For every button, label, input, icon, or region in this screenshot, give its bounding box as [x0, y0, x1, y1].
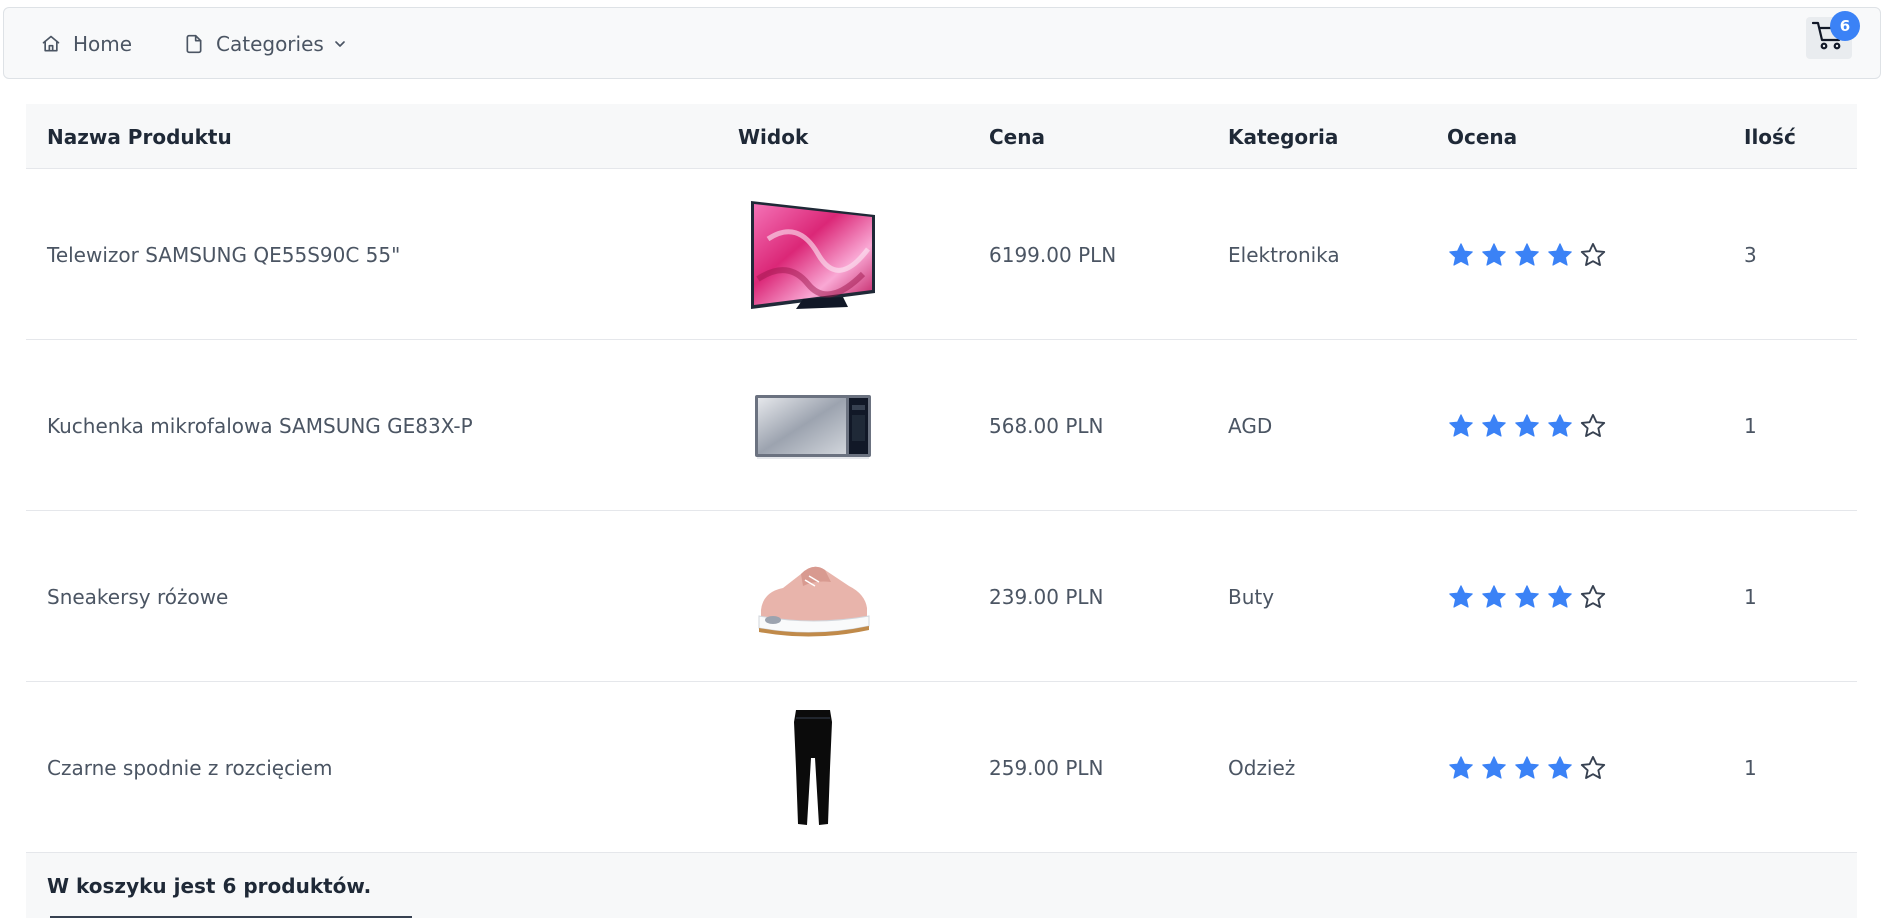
- product-rating: [1447, 169, 1607, 340]
- product-price: 239.00 PLN: [989, 584, 1104, 609]
- star-empty-icon: [1580, 755, 1606, 779]
- pants-image: [738, 682, 888, 853]
- nav-categories-dropdown[interactable]: Categories: [184, 8, 348, 80]
- sneaker-image: [738, 511, 888, 682]
- star-filled-icon: [1548, 242, 1572, 266]
- star-filled-icon: [1515, 755, 1539, 779]
- header-view: Widok: [738, 124, 809, 149]
- table-row: Sneakersy różowe 239.00 PLN Buty 1: [26, 511, 1857, 682]
- header-price: Cena: [989, 124, 1045, 149]
- star-filled-icon: [1449, 584, 1473, 608]
- product-rating: [1447, 682, 1607, 853]
- divider: [50, 916, 412, 918]
- product-name: Sneakersy różowe: [47, 584, 229, 609]
- star-filled-icon: [1449, 242, 1473, 266]
- chevron-down-icon: [332, 36, 348, 52]
- star-rating: [1447, 754, 1607, 782]
- product-price: 568.00 PLN: [989, 413, 1104, 438]
- product-quantity: 1: [1744, 755, 1757, 780]
- header-category: Kategoria: [1228, 124, 1339, 149]
- star-filled-icon: [1515, 584, 1539, 608]
- navbar: Home Categories: [3, 7, 1881, 79]
- product-price: 6199.00 PLN: [989, 242, 1117, 267]
- star-rating: [1447, 583, 1607, 611]
- star-empty-icon: [1580, 413, 1606, 437]
- product-quantity: 1: [1744, 584, 1757, 609]
- microwave-image: [738, 340, 888, 511]
- star-filled-icon: [1548, 755, 1572, 779]
- star-filled-icon: [1482, 755, 1506, 779]
- star-rating: [1447, 412, 1607, 440]
- star-empty-icon: [1580, 584, 1606, 608]
- product-rating: [1447, 511, 1607, 682]
- product-category: Odzież: [1228, 755, 1296, 780]
- product-category: AGD: [1228, 413, 1273, 438]
- product-name: Kuchenka mikrofalowa SAMSUNG GE83X-P: [47, 413, 473, 438]
- product-name: Czarne spodnie z rozcięciem: [47, 755, 333, 780]
- cart-summary: W koszyku jest 6 produktów.: [26, 853, 1857, 918]
- star-filled-icon: [1548, 584, 1572, 608]
- product-rating: [1447, 340, 1607, 511]
- star-filled-icon: [1482, 413, 1506, 437]
- nav-home-link[interactable]: Home: [41, 8, 132, 80]
- header-quantity: Ilość: [1744, 124, 1796, 149]
- product-category: Elektronika: [1228, 242, 1340, 267]
- cart-count-badge: 6: [1830, 11, 1860, 41]
- product-name: Telewizor SAMSUNG QE55S90C 55": [47, 242, 401, 267]
- star-filled-icon: [1482, 584, 1506, 608]
- tv-image: [738, 169, 888, 340]
- nav-home-label: Home: [73, 32, 133, 56]
- star-filled-icon: [1548, 413, 1572, 437]
- star-rating: [1447, 241, 1607, 269]
- star-filled-icon: [1515, 242, 1539, 266]
- star-filled-icon: [1515, 413, 1539, 437]
- header-rating: Ocena: [1447, 124, 1518, 149]
- star-empty-icon: [1580, 242, 1606, 266]
- table-row: Kuchenka mikrofalowa SAMSUNG GE83X-P 568…: [26, 340, 1857, 511]
- home-icon: [41, 34, 61, 54]
- product-quantity: 3: [1744, 242, 1757, 267]
- star-filled-icon: [1449, 413, 1473, 437]
- star-filled-icon: [1449, 755, 1473, 779]
- table-row: Czarne spodnie z rozcięciem 259.00 PLN O…: [26, 682, 1857, 853]
- table-header: Nazwa Produktu Widok Cena Kategoria Ocen…: [26, 104, 1857, 169]
- product-price: 259.00 PLN: [989, 755, 1104, 780]
- cart-table: Nazwa Produktu Widok Cena Kategoria Ocen…: [26, 104, 1857, 918]
- product-category: Buty: [1228, 584, 1275, 609]
- star-filled-icon: [1482, 242, 1506, 266]
- table-row: Telewizor SAMSUNG QE55S90C 55" 6199.00 P…: [26, 169, 1857, 340]
- nav-categories-label: Categories: [216, 32, 324, 56]
- file-icon: [184, 33, 204, 55]
- header-product-name: Nazwa Produktu: [47, 124, 232, 149]
- product-quantity: 1: [1744, 413, 1757, 438]
